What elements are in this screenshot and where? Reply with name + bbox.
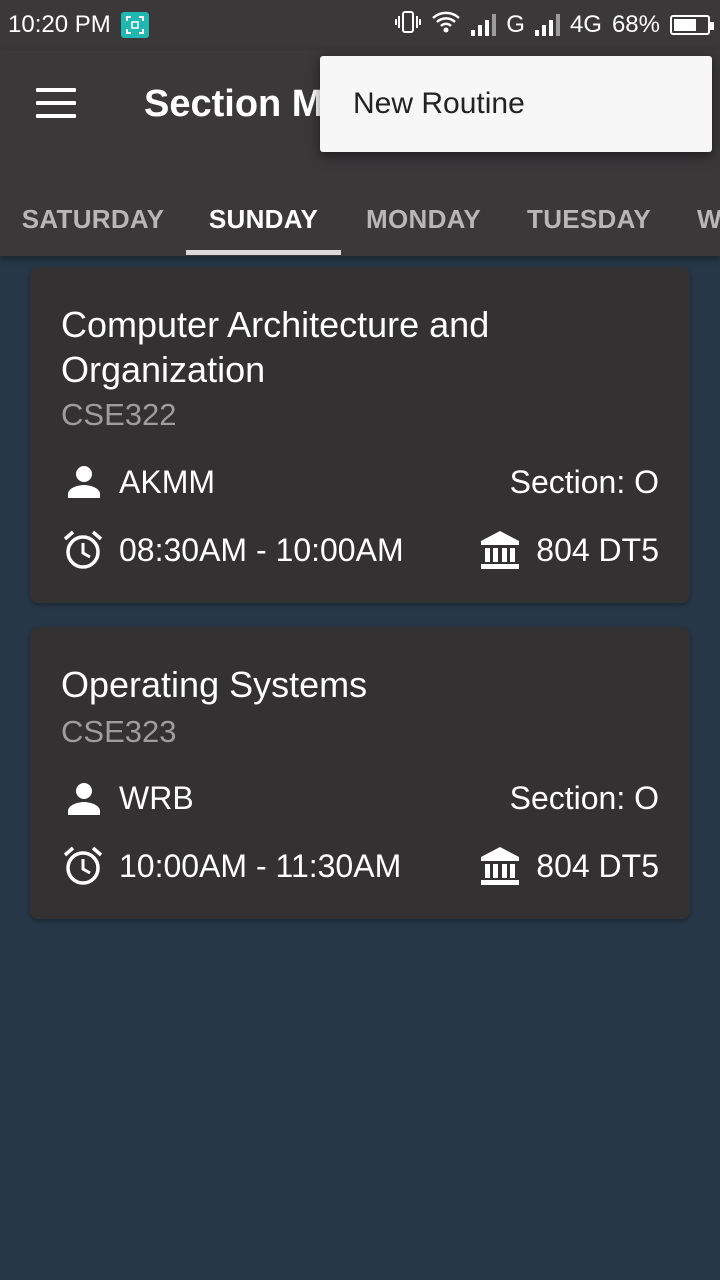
section-label: Section: O xyxy=(509,780,659,816)
tab-sunday[interactable]: SUNDAY xyxy=(186,182,341,256)
menu-item-new-routine[interactable]: New Routine xyxy=(353,87,525,121)
tab-saturday[interactable]: SATURDAY xyxy=(0,182,186,256)
alarm-clock-icon xyxy=(62,529,104,576)
tab-monday[interactable]: MONDAY xyxy=(341,182,506,256)
vibrate-icon xyxy=(395,10,422,41)
signal-icon-2 xyxy=(534,14,560,36)
battery-percent: 68% xyxy=(611,11,660,38)
course-card[interactable]: Operating Systems CSE323 WRB Section: O … xyxy=(30,627,690,919)
building-icon xyxy=(479,529,521,576)
class-time: 08:30AM - 10:00AM xyxy=(119,532,404,568)
day-tabs: SATURDAY SUNDAY MONDAY TUESDAY W xyxy=(0,182,720,256)
course-title: Operating Systems xyxy=(61,664,368,705)
course-code: CSE323 xyxy=(61,714,177,749)
overflow-menu: New Routine xyxy=(320,56,712,152)
network-type-2: 4G xyxy=(569,11,602,38)
status-time: 10:20 PM xyxy=(8,11,111,38)
building-icon xyxy=(479,845,521,892)
tab-indicator xyxy=(186,250,341,255)
battery-fill xyxy=(674,19,696,31)
network-type-1: G xyxy=(506,11,525,38)
course-card[interactable]: Computer Architecture and Organization C… xyxy=(30,267,690,603)
page-title: Section M xyxy=(144,83,324,125)
person-icon xyxy=(66,464,102,503)
class-time: 10:00AM - 11:30AM xyxy=(119,848,402,884)
room-number: 804 DT5 xyxy=(536,848,659,884)
teacher-initials: AKMM xyxy=(119,464,215,500)
screenshot-icon xyxy=(120,12,149,38)
teacher-initials: WRB xyxy=(119,780,194,816)
signal-icon xyxy=(471,14,497,36)
wifi-icon xyxy=(431,10,461,41)
status-bar: 10:20 PM G 4G 68% xyxy=(0,0,720,50)
battery-icon xyxy=(670,15,714,35)
course-title: Computer Architecture and Organization xyxy=(61,304,490,390)
tab-wednesday[interactable]: W xyxy=(672,182,720,256)
tab-tuesday[interactable]: TUESDAY xyxy=(506,182,672,256)
section-label: Section: O xyxy=(509,464,659,500)
course-code: CSE322 xyxy=(61,397,177,432)
hamburger-menu-icon[interactable] xyxy=(36,88,76,118)
alarm-clock-icon xyxy=(62,845,104,892)
room-number: 804 DT5 xyxy=(536,532,659,568)
person-icon xyxy=(66,781,102,820)
